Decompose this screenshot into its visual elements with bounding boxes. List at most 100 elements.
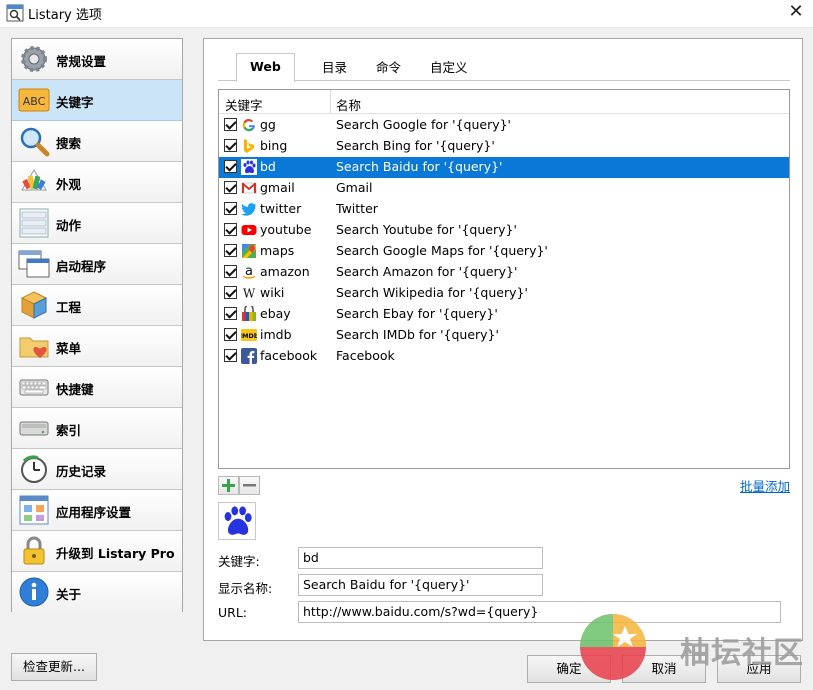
table-row[interactable]: bing Search Bing for '{query}' <box>219 136 789 157</box>
table-row[interactable]: a amazon Search Amazon for '{query}' <box>219 262 789 283</box>
keyword-icon-picker[interactable] <box>218 502 256 540</box>
check-updates-button[interactable]: 检查更新... <box>11 653 97 681</box>
facebook-icon <box>241 348 257 364</box>
row-name: Search Google Maps for '{query}' <box>336 243 548 258</box>
bing-icon <box>244 139 254 153</box>
row-checkbox[interactable] <box>224 202 237 215</box>
svg-text:IMDb: IMDb <box>241 332 257 340</box>
drive-icon <box>19 421 49 436</box>
imdb-icon: IMDb <box>241 329 257 341</box>
tab-bar: Web 目录 命令 自定义 <box>218 53 790 82</box>
table-row[interactable]: facebook Facebook <box>219 346 789 367</box>
column-header-keyword[interactable]: 关键字 <box>225 95 263 114</box>
row-keyword: imdb <box>260 327 292 342</box>
row-keyword: ebay <box>260 306 291 321</box>
wikipedia-icon: W <box>243 287 256 301</box>
remove-keyword-button[interactable] <box>239 476 260 495</box>
row-keyword: facebook <box>260 348 318 363</box>
sidebar-item-general[interactable]: 常规设置 <box>12 39 182 80</box>
app-grid-icon <box>19 495 49 525</box>
sidebar-item-label: 关于 <box>56 587 82 602</box>
sidebar-item-label: 升级到 Listary Pro <box>56 546 175 561</box>
table-row[interactable]: bd Search Baidu for '{query}' <box>219 157 789 178</box>
sidebar-item-label: 应用程序设置 <box>56 505 132 520</box>
sidebar-item-label: 菜单 <box>56 341 82 356</box>
row-checkbox[interactable] <box>224 118 237 131</box>
maps-icon <box>242 244 256 258</box>
url-field[interactable]: http://www.baidu.com/s?wd={query} <box>298 601 781 623</box>
sidebar-item-label: 索引 <box>56 423 82 438</box>
minus-icon <box>243 484 256 487</box>
svg-text:a: a <box>245 264 253 279</box>
keyword-list[interactable]: 关键字 名称 gg Search Google for '{query}' bi… <box>218 89 790 469</box>
sidebar-item-menu[interactable]: 菜单 <box>12 326 182 367</box>
tab-directory[interactable]: 目录 <box>312 59 357 81</box>
keyword-field[interactable]: bd <box>298 547 543 569</box>
table-row[interactable]: twitter Twitter <box>219 199 789 220</box>
row-checkbox[interactable] <box>224 349 237 362</box>
table-row[interactable]: W wiki Search Wikipedia for '{query}' <box>219 283 789 304</box>
sidebar-item-hotkeys[interactable]: 快捷键 <box>12 367 182 408</box>
row-checkbox[interactable] <box>224 223 237 236</box>
table-row[interactable]: maps Search Google Maps for '{query}' <box>219 241 789 262</box>
row-name: Gmail <box>336 180 373 195</box>
window-title: Listary 选项 <box>28 8 102 23</box>
column-header-name[interactable]: 名称 <box>336 95 361 114</box>
apply-button[interactable]: 应用 <box>717 655 801 683</box>
sidebar-item-app-settings[interactable]: 应用程序设置 <box>12 490 182 531</box>
ebay-icon <box>242 306 256 321</box>
row-name: Search Bing for '{query}' <box>336 138 495 153</box>
list-header: 关键字 名称 <box>219 90 789 114</box>
add-keyword-button[interactable] <box>218 476 239 495</box>
close-button[interactable]: ✕ <box>785 1 807 23</box>
sidebar-item-project[interactable]: 工程 <box>12 285 182 326</box>
tab-command[interactable]: 命令 <box>366 59 411 81</box>
row-checkbox[interactable] <box>224 265 237 278</box>
row-checkbox[interactable] <box>224 244 237 257</box>
row-checkbox[interactable] <box>224 307 237 320</box>
title-bar: Listary 选项 ✕ <box>0 0 813 28</box>
actions-icon <box>19 208 49 238</box>
folder-heart-icon <box>19 337 49 358</box>
youtube-icon <box>241 225 257 235</box>
row-checkbox[interactable] <box>224 181 237 194</box>
row-keyword: amazon <box>260 264 310 279</box>
row-keyword: gg <box>260 117 276 132</box>
keyword-field-label: 关键字: <box>218 554 260 569</box>
sidebar-item-upgrade-pro[interactable]: 升级到 Listary Pro <box>12 531 182 572</box>
row-name: Facebook <box>336 348 395 363</box>
row-name: Search Google for '{query}' <box>336 117 511 132</box>
gmail-icon <box>241 182 257 194</box>
sidebar-item-history[interactable]: 历史记录 <box>12 449 182 490</box>
table-row[interactable]: IMDb imdb Search IMDb for '{query}' <box>219 325 789 346</box>
table-row[interactable]: ebay Search Ebay for '{query}' <box>219 304 789 325</box>
sidebar-item-actions[interactable]: 动作 <box>12 203 182 244</box>
tab-web[interactable]: Web <box>236 53 295 82</box>
row-checkbox[interactable] <box>224 139 237 152</box>
sidebar-item-about[interactable]: 关于 <box>12 572 182 613</box>
lock-icon <box>23 536 45 565</box>
settings-sidebar: 常规设置 ABC 关键字 搜索 外观 动作 启动程序 工程 菜单 快捷键 索引 … <box>11 38 183 613</box>
cancel-button[interactable]: 取消 <box>622 655 706 683</box>
sidebar-item-appearance[interactable]: 外观 <box>12 162 182 203</box>
sidebar-item-keywords[interactable]: ABC 关键字 <box>12 80 182 121</box>
row-checkbox[interactable] <box>224 328 237 341</box>
magnifier-icon <box>20 127 50 157</box>
sidebar-item-launch[interactable]: 启动程序 <box>12 244 182 285</box>
baidu-icon <box>224 506 252 535</box>
sidebar-item-search[interactable]: 搜索 <box>12 121 182 162</box>
table-row[interactable]: gmail Gmail <box>219 178 789 199</box>
sidebar-item-index[interactable]: 索引 <box>12 408 182 449</box>
display-name-field[interactable]: Search Baidu for '{query}' <box>298 574 543 596</box>
batch-add-link[interactable]: 批量添加 <box>740 476 790 495</box>
row-checkbox[interactable] <box>224 160 237 173</box>
ok-button[interactable]: 确定 <box>527 655 611 683</box>
baidu-icon <box>241 159 257 175</box>
table-row[interactable]: gg Search Google for '{query}' <box>219 115 789 136</box>
row-checkbox[interactable] <box>224 286 237 299</box>
table-row[interactable]: youtube Search Youtube for '{query}' <box>219 220 789 241</box>
row-keyword: youtube <box>260 222 312 237</box>
tab-custom[interactable]: 自定义 <box>420 59 478 81</box>
gear-icon <box>21 46 47 72</box>
column-divider <box>330 90 331 114</box>
